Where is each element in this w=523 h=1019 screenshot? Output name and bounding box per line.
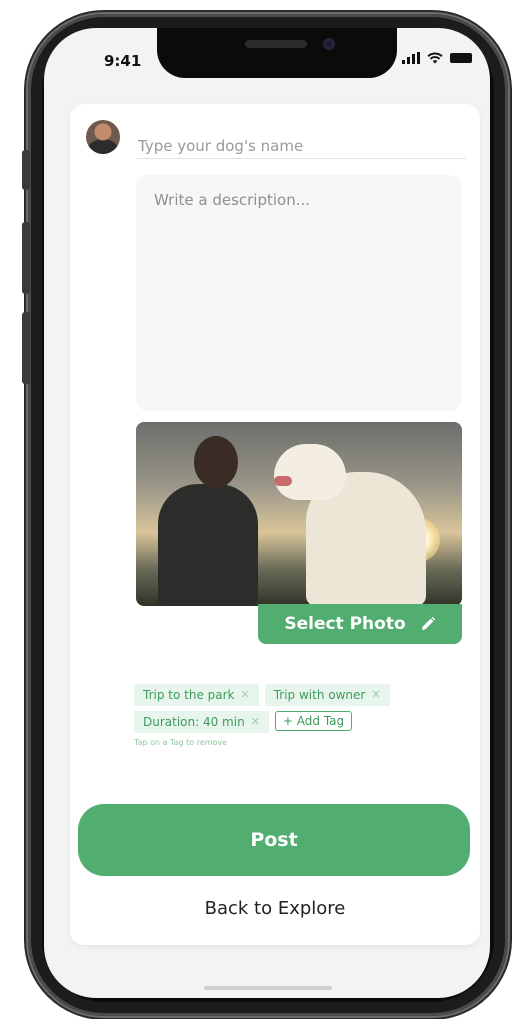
back-to-explore-link[interactable]: Back to Explore (70, 898, 480, 919)
tag-item[interactable]: Trip to the park ✕ (134, 684, 259, 706)
new-post-card: Select Photo Trip to the park ✕ Trip wit… (70, 104, 480, 945)
dog-name-input[interactable] (136, 134, 466, 159)
pencil-icon (421, 616, 435, 630)
tag-label: Duration: 40 min (143, 715, 245, 729)
avatar (86, 120, 120, 154)
close-icon[interactable]: ✕ (251, 711, 260, 733)
signal-icon (402, 52, 420, 64)
close-icon[interactable]: ✕ (371, 684, 380, 706)
tag-label: Trip with owner (273, 688, 366, 702)
side-button-volume-up (22, 222, 30, 294)
close-icon[interactable]: ✕ (241, 684, 250, 706)
tag-hint: Tap on a Tag to remove (134, 738, 228, 747)
battery-icon (450, 53, 472, 63)
select-photo-label: Select Photo (284, 614, 406, 634)
post-button[interactable]: Post (78, 804, 470, 876)
description-textarea[interactable] (136, 175, 462, 411)
photo-owner (158, 484, 258, 606)
side-button-volume-down (22, 312, 30, 384)
tag-label: Trip to the park (143, 688, 235, 702)
photo-owner-head (194, 436, 238, 488)
tag-item[interactable]: Duration: 40 min ✕ (134, 711, 269, 733)
status-time: 9:41 (104, 52, 142, 70)
add-tag-button[interactable]: + Add Tag (274, 711, 353, 731)
tag-list: Trip to the park ✕ Trip with owner ✕ Dur… (134, 684, 464, 747)
speaker (245, 40, 307, 48)
tag-item[interactable]: Trip with owner ✕ (264, 684, 390, 706)
side-button-mute (22, 150, 30, 190)
photo-dog-head (274, 444, 346, 500)
status-icons (402, 52, 472, 64)
screen: 9:41 Select Photo (44, 28, 490, 998)
home-indicator (204, 986, 332, 990)
select-photo-button[interactable]: Select Photo (258, 604, 462, 644)
dog-photo (136, 422, 462, 606)
notch (157, 28, 397, 78)
camera-icon (323, 38, 335, 50)
wifi-icon (427, 52, 443, 64)
photo-dog-tongue (274, 476, 292, 486)
